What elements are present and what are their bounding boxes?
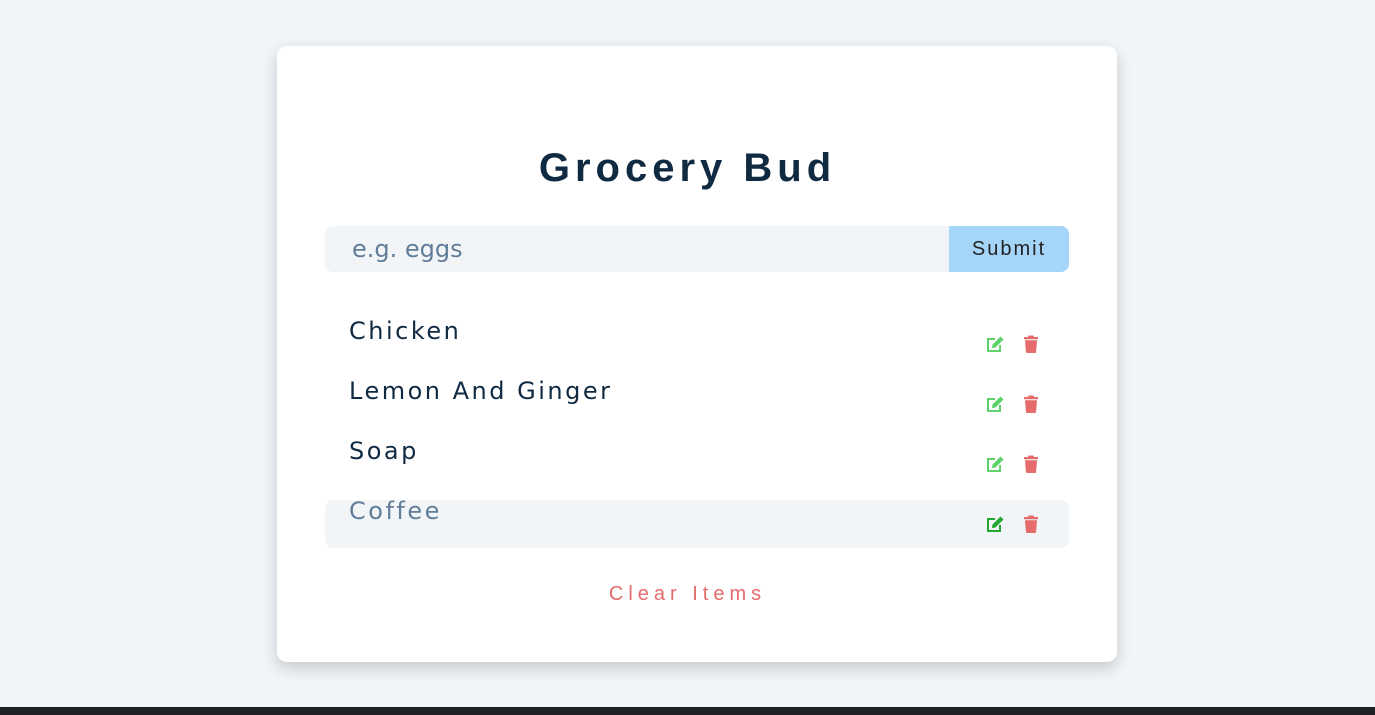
- delete-button[interactable]: [1021, 454, 1041, 474]
- list-item: Lemon And Ginger: [325, 376, 1069, 428]
- edit-icon: [987, 456, 1004, 472]
- edit-button[interactable]: [985, 334, 1005, 354]
- edit-icon: [987, 396, 1004, 412]
- item-title: Soap: [349, 436, 419, 465]
- edit-button[interactable]: [985, 514, 1005, 534]
- item-title: Lemon And Ginger: [349, 376, 613, 405]
- item-actions: [985, 514, 1041, 534]
- grocery-input[interactable]: [325, 226, 949, 272]
- item-title: Chicken: [349, 316, 462, 345]
- item-actions: [985, 334, 1041, 354]
- item-title: Coffee: [349, 496, 442, 525]
- delete-button[interactable]: [1021, 334, 1041, 354]
- trash-icon: [1024, 335, 1038, 353]
- edit-button[interactable]: [985, 454, 1005, 474]
- grocery-list: Chicken Lemon And Ginger Soap Coffee: [325, 316, 1069, 560]
- taskbar-edge: [0, 707, 1375, 715]
- trash-icon: [1024, 395, 1038, 413]
- page: Grocery Bud Submit Chicken: [0, 0, 1375, 715]
- list-item: Chicken: [325, 316, 1069, 368]
- delete-button[interactable]: [1021, 514, 1041, 534]
- delete-button[interactable]: [1021, 394, 1041, 414]
- edit-button[interactable]: [985, 394, 1005, 414]
- submit-button[interactable]: Submit: [949, 226, 1069, 272]
- edit-icon: [987, 516, 1004, 532]
- trash-icon: [1024, 455, 1038, 473]
- list-item: Coffee: [325, 496, 1069, 548]
- page-title: Grocery Bud: [538, 146, 837, 190]
- edit-icon: [987, 336, 1004, 352]
- clear-items-button[interactable]: Clear Items: [609, 583, 766, 606]
- grocery-form: Submit: [325, 226, 1069, 272]
- item-actions: [985, 454, 1041, 474]
- item-actions: [985, 394, 1041, 414]
- trash-icon: [1024, 515, 1038, 533]
- list-item: Soap: [325, 436, 1069, 488]
